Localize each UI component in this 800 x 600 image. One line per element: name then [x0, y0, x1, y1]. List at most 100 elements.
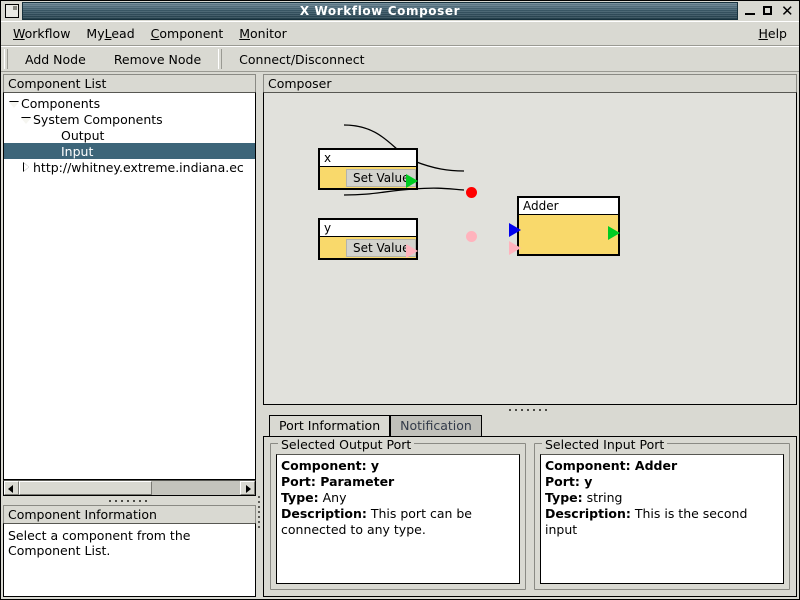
- input-port-line: Port: y: [545, 474, 779, 490]
- tree-item-label: Output: [61, 127, 105, 143]
- input-port-arrow-adder-y[interactable]: [509, 241, 521, 255]
- chevron-right-icon[interactable]: [20, 159, 33, 175]
- selected-input-port-text: Component: Adder Port: y Type: string Descr…: [540, 454, 784, 584]
- selected-input-port-group: Selected Input Port Component: Adder Port…: [534, 437, 790, 590]
- output-port-value: Any: [318, 490, 347, 505]
- node-title-y: y: [320, 220, 416, 237]
- input-port-arrow-adder-x[interactable]: [509, 223, 521, 237]
- input-port-value: string: [582, 490, 623, 505]
- tree-item-label: http://whitney.extreme.indiana.ec: [33, 159, 244, 175]
- component-information-title: Component Information: [3, 505, 256, 523]
- component-information-pane: Component Information Select a component…: [3, 505, 256, 597]
- application-window: X Workflow Composer ✕ Workflow MyLead Co…: [0, 0, 800, 600]
- remove-node-button[interactable]: Remove Node: [100, 49, 215, 70]
- bottom-tabbed-pane: Port Information Notification Selected Ou…: [263, 414, 797, 597]
- tree-item-label: Input: [61, 143, 94, 159]
- output-port-label: Type:: [281, 490, 319, 505]
- output-port-value: y: [366, 458, 380, 473]
- menu-help[interactable]: Help: [750, 23, 795, 44]
- tab-strip[interactable]: Port Information Notification: [263, 414, 797, 436]
- output-port-label: Port:: [281, 474, 316, 489]
- scrollbar-thumb[interactable]: [19, 481, 152, 495]
- window-controls: ✕: [738, 4, 797, 19]
- node-y[interactable]: y Set Value: [318, 218, 418, 260]
- output-port-line: Component: y: [281, 458, 515, 474]
- tree-item-label: System Components: [33, 111, 163, 127]
- link-midpoint-x-adder[interactable]: [466, 187, 477, 198]
- component-list-body: Components System Components Output Input ht…: [3, 92, 256, 480]
- tool-bar: Add Node Remove Node Connect/Disconnect: [1, 46, 799, 72]
- vertical-split-divider[interactable]: [256, 72, 263, 599]
- component-list-pane: Component List Components System Componen…: [3, 74, 256, 496]
- scroll-left-arrow-icon[interactable]: [4, 481, 19, 495]
- scroll-right-arrow-icon[interactable]: [240, 481, 255, 495]
- menu-workflow[interactable]: Workflow: [5, 23, 78, 44]
- input-port-value: y: [579, 474, 593, 489]
- component-list-title: Component List: [3, 74, 256, 92]
- node-title-adder: Adder: [519, 198, 618, 215]
- input-port-label: Component:: [545, 458, 631, 473]
- node-body-x: Set Value: [320, 167, 418, 188]
- title-bar: X Workflow Composer ✕: [1, 1, 799, 21]
- window-menu-icon[interactable]: [5, 4, 19, 18]
- composer-pane: Composer x Set Value y Set Value Adder: [263, 74, 797, 405]
- output-port-line: Type: Any: [281, 490, 515, 506]
- menu-mylead[interactable]: MyLead: [78, 23, 142, 44]
- node-adder[interactable]: Adder: [509, 196, 620, 256]
- toolbar-drag-handle-1[interactable]: [4, 49, 8, 69]
- output-port-arrow-y[interactable]: [406, 244, 418, 258]
- composer-body: x Set Value y Set Value Adder: [263, 92, 797, 405]
- selected-output-port-text: Component: y Port: Parameter Type: Any Desc…: [276, 454, 520, 584]
- component-information-body: Select a component from the Component Li…: [3, 523, 256, 597]
- left-column: Component List Components System Componen…: [1, 72, 256, 599]
- node-x[interactable]: x Set Value: [318, 148, 418, 190]
- toolbar-drag-handle-2[interactable]: [218, 49, 223, 69]
- menu-component[interactable]: Component: [143, 23, 232, 44]
- component-tree[interactable]: Components System Components Output Input ht…: [4, 93, 255, 175]
- tab-notification[interactable]: Notification: [390, 415, 482, 436]
- component-list-hscrollbar[interactable]: [3, 480, 256, 496]
- tree-item-http-whitney-extreme-indiana-ec[interactable]: http://whitney.extreme.indiana.ec: [4, 159, 255, 175]
- add-node-button[interactable]: Add Node: [11, 49, 100, 70]
- tab-content-port-information: Selected Output Port Component: y Port: P…: [263, 436, 797, 597]
- tree-item-output[interactable]: Output: [4, 127, 255, 143]
- output-port-arrow-x[interactable]: [406, 174, 418, 188]
- main-split-pane: Component List Components System Componen…: [1, 72, 799, 599]
- window-title: X Workflow Composer: [299, 4, 461, 18]
- node-body-y: Set Value: [320, 237, 418, 258]
- left-split-divider[interactable]: [3, 496, 256, 505]
- output-port-line: Port: Parameter: [281, 474, 515, 490]
- tree-item-label: Components: [21, 95, 101, 111]
- vertical-divider-grip: [258, 496, 261, 531]
- right-split-divider[interactable]: [263, 405, 797, 414]
- input-port-line: Type: string: [545, 490, 779, 506]
- component-information-text: Select a component from the Component Li…: [4, 524, 255, 562]
- node-title-x: x: [320, 150, 416, 167]
- composer-title: Composer: [263, 74, 797, 92]
- tree-item-components[interactable]: Components: [4, 95, 255, 111]
- input-port-value: Adder: [630, 458, 678, 473]
- output-port-value: Parameter: [315, 474, 395, 489]
- minimize-icon[interactable]: [745, 5, 756, 17]
- link-midpoint-y-adder[interactable]: [466, 231, 477, 242]
- output-port-line: Description: This port can be connected …: [281, 506, 515, 538]
- tab-port-information[interactable]: Port Information: [269, 415, 391, 436]
- chevron-down-icon[interactable]: [20, 111, 33, 127]
- maximize-icon[interactable]: [763, 5, 774, 17]
- close-icon[interactable]: ✕: [781, 4, 794, 19]
- title-bar-gradient: X Workflow Composer: [22, 2, 738, 20]
- output-port-arrow-adder[interactable]: [608, 226, 620, 240]
- chevron-down-icon[interactable]: [8, 95, 21, 111]
- tree-item-input[interactable]: Input: [4, 143, 255, 159]
- tree-item-system-components[interactable]: System Components: [4, 111, 255, 127]
- scrollbar-track[interactable]: [19, 481, 240, 495]
- input-port-line: Component: Adder: [545, 458, 779, 474]
- connect-disconnect-button[interactable]: Connect/Disconnect: [225, 49, 378, 70]
- output-port-label: Component:: [281, 458, 367, 473]
- input-port-line: Description: This is the second input: [545, 506, 779, 538]
- input-port-label: Type:: [545, 490, 583, 505]
- menu-bar: Workflow MyLead Component Monitor Help: [1, 21, 799, 46]
- input-port-label: Description:: [545, 506, 631, 521]
- menu-monitor[interactable]: Monitor: [231, 23, 295, 44]
- composer-canvas[interactable]: x Set Value y Set Value Adder: [264, 93, 796, 404]
